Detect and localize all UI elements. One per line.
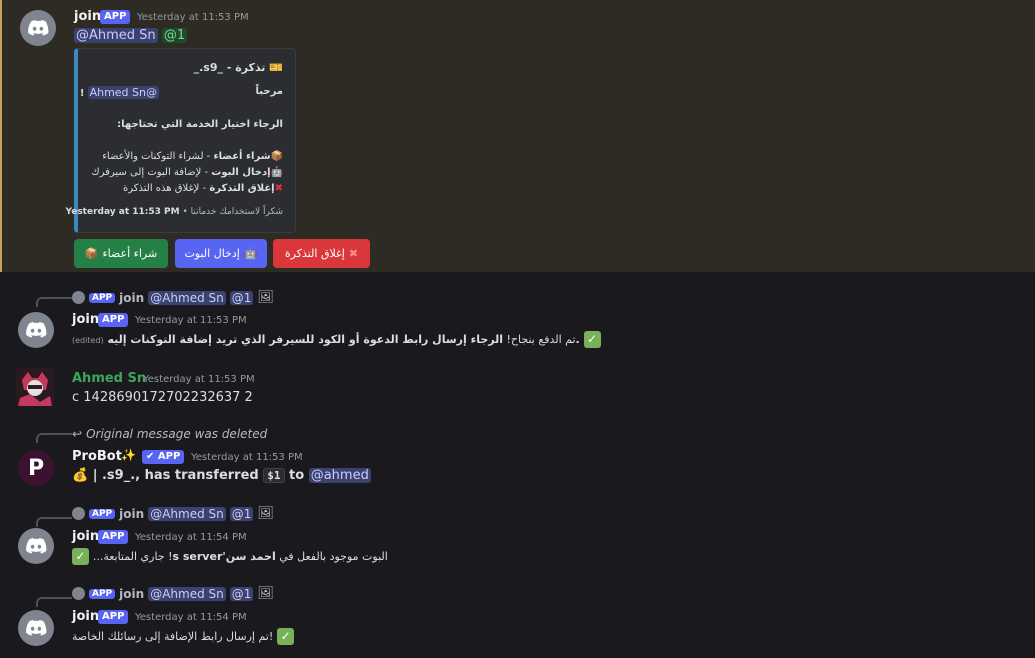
close-ticket-button[interactable]: إغلاق التذكرة ✖ [273,239,370,268]
reply-preview[interactable]: APP join @Ahmed Sn @1 🖼 [72,506,274,521]
package-icon: 📦 [84,247,99,260]
reply-arrow-icon: ↩ [72,427,83,441]
message-content: c 1428690172702232637 2 [72,390,253,405]
timestamp: Yesterday at 11:53 PM [191,452,303,463]
buy-members-button[interactable]: 📦 شراء أعضاء [74,239,168,268]
app-badge: APP [100,10,131,24]
check-mark-icon: ✓ [583,331,601,348]
reply-connector [36,433,72,443]
discord-icon [72,291,85,304]
app-badge: APP [98,610,129,624]
username[interactable]: join [72,312,99,327]
embed-option-close: ✖إغلاق التذكرة - لإغلاق هذه التذكرة [122,183,283,194]
check-mark-icon: ✓ [277,628,295,645]
verified-app-badge: ✔ APP [142,450,185,464]
discord-icon [72,587,85,600]
cross-mark-icon: ✖ [274,183,283,194]
discord-icon [28,20,49,36]
message-probot: ↩ Original message was deleted P ProBot … [0,422,1035,494]
edited-label: (edited) [72,336,104,345]
check-mark-icon: ✓ [72,548,89,565]
avatar[interactable] [18,528,54,564]
username[interactable]: join [72,609,99,624]
avatar[interactable] [18,610,54,646]
sparkles-icon: ✨ [121,448,136,462]
image-icon: 🖼 [257,506,274,521]
package-icon: 📦 [270,151,283,162]
ticket-icon: 🎫 [269,61,283,74]
discord-icon [72,507,85,520]
avatar-image [16,368,54,406]
avatar[interactable] [18,312,54,348]
user-mention[interactable]: @Ahmed Sn [74,28,158,43]
message-content: البوت موجود بالفعل في احمد سن's server! … [72,548,388,565]
reply-preview: ↩ Original message was deleted [72,427,268,441]
robot-icon: 🤖 [270,167,283,178]
timestamp: Yesterday at 11:54 PM [135,612,247,623]
timestamp: Yesterday at 11:53 PM [137,12,249,23]
ticket-embed: 🎫 تذكرة - _s9._ مرحباً @Ahmed Sn ! الرجا… [66,48,296,233]
reply-preview[interactable]: APP join @Ahmed Sn @1 🖼 [72,586,274,601]
role-mention[interactable]: @1 [161,28,188,43]
username[interactable]: Ahmed Sn [72,371,146,386]
message-join-dm-sent: APP join @Ahmed Sn @1 🖼 join APP Yesterd… [0,582,1035,652]
embed-prompt: الرجاء اختيار الخدمة التي تحتاجها: [117,119,283,130]
image-icon: 🖼 [257,586,274,601]
image-icon: 🖼 [257,290,274,305]
app-badge: APP [98,313,129,327]
embed-welcome: مرحباً [255,86,283,97]
embed-welcome-mention: @Ahmed Sn ! [79,86,159,99]
cross-mark-icon: ✖ [348,247,359,260]
message-content: تم إرسال رابط الإضافة إلى رسائلك الخاصة!… [72,628,295,645]
money-bag-icon: 💰 [72,468,89,483]
embed-option-bot: 🤖إدخال البوت - لإضافة البوت إلى سيرفرك [91,167,283,178]
robot-icon: 🤖 [243,247,258,260]
timestamp: Yesterday at 11:53 PM [135,315,247,326]
message-ahmed: Ahmed Sn Yesterday at 11:53 PM c 1428690… [0,362,1035,412]
discord-icon [26,538,47,554]
amount: $1 [263,468,285,483]
message-join-payment: APP join @Ahmed Sn @1 🖼 join APP Yesterd… [0,282,1035,352]
reply-preview[interactable]: APP join @Ahmed Sn @1 🖼 [72,290,274,305]
avatar[interactable] [20,10,56,46]
timestamp: Yesterday at 11:53 PM [143,374,255,385]
timestamp: Yesterday at 11:54 PM [135,532,247,543]
message-join-ticket: join APP Yesterday at 11:53 PM @Ahmed Sn… [0,0,1035,272]
embed-title: 🎫 تذكرة - _s9._ [193,61,283,74]
reply-connector [36,517,72,527]
message-content: 💰 | .s9_., has transferred $1 to @ahmed [72,468,371,483]
add-bot-button[interactable]: إدخال البوت 🤖 [175,239,267,268]
username[interactable]: join [72,529,99,544]
username[interactable]: ProBot [72,449,122,464]
app-badge: APP [98,530,129,544]
avatar[interactable]: P [18,450,54,486]
embed-footer: شكراً لاستخدامك خدماتنا • Yesterday at 1… [65,207,283,217]
user-mention[interactable]: @ahmed [308,468,371,483]
avatar[interactable] [16,368,54,406]
reply-connector [36,597,72,607]
message-join-bot-exists: APP join @Ahmed Sn @1 🖼 join APP Yesterd… [0,502,1035,572]
reply-connector [36,297,72,307]
discord-icon [26,620,47,636]
embed-option-buy: 📦شراء أعضاء - لشراء التوكنات والأعضاء [102,151,283,162]
username[interactable]: join [74,9,101,24]
message-content: @Ahmed Sn @1 [74,28,188,43]
message-content: (edited) تم الدفع بنجاح! الرجاء إرسال را… [72,331,601,348]
discord-icon [26,322,47,338]
